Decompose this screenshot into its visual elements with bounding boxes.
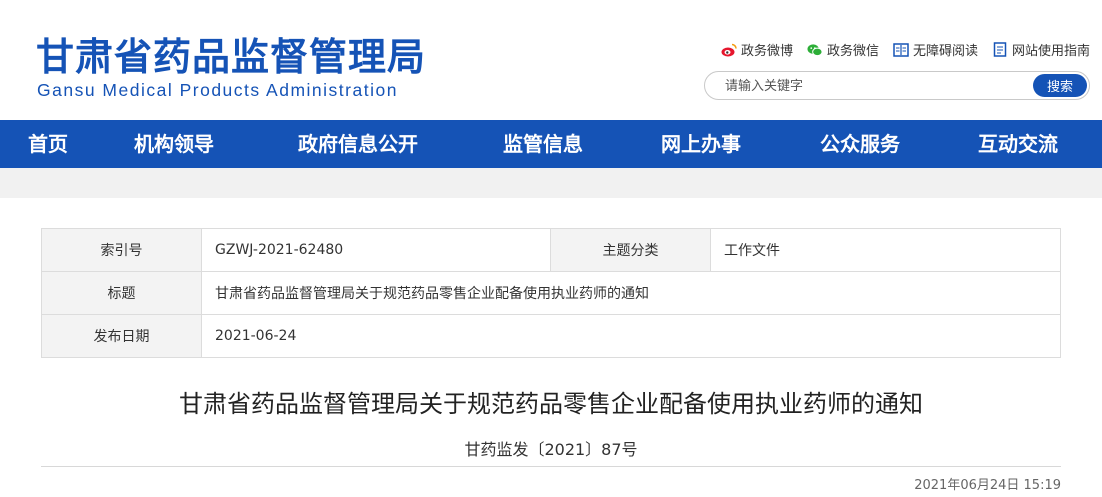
link-weibo-label: 政务微博 bbox=[740, 44, 793, 59]
nav-interaction[interactable]: 互动交流 bbox=[978, 120, 1058, 168]
search-input[interactable] bbox=[725, 76, 1025, 96]
link-weibo[interactable]: 政务微博 bbox=[721, 40, 793, 59]
doc-info-table: 索引号 GZWJ-2021-62480 主题分类 工作文件 标题 甘肃省药品监督… bbox=[41, 228, 1061, 358]
link-accessibility-label: 无障碍阅读 bbox=[912, 44, 978, 59]
wechat-icon bbox=[807, 42, 823, 58]
title-value: 甘肃省药品监督管理局关于规范药品零售企业配备使用执业药师的通知 bbox=[215, 286, 649, 302]
link-wechat-label: 政务微信 bbox=[826, 44, 879, 59]
title-label: 标题 bbox=[42, 272, 202, 314]
nav-gov-info[interactable]: 政府信息公开 bbox=[298, 120, 418, 168]
category-label: 主题分类 bbox=[551, 229, 711, 271]
publish-time: 2021年06月24日 15:19 bbox=[914, 478, 1061, 493]
link-guide-label: 网站使用指南 bbox=[1011, 44, 1090, 59]
nav-home[interactable]: 首页 bbox=[28, 120, 68, 168]
site-logo-en: Gansu Medical Products Administration bbox=[37, 80, 398, 100]
index-label: 索引号 bbox=[42, 229, 202, 271]
site-header: 甘肃省药品监督管理局 Gansu Medical Products Admini… bbox=[0, 0, 1102, 120]
link-accessibility[interactable]: 无障碍阅读 bbox=[893, 40, 978, 59]
table-row: 索引号 GZWJ-2021-62480 主题分类 工作文件 bbox=[42, 229, 1060, 272]
nav-leaders[interactable]: 机构领导 bbox=[134, 120, 214, 168]
table-row: 发布日期 2021-06-24 bbox=[42, 315, 1060, 357]
divider bbox=[41, 466, 1061, 467]
nav-supervision[interactable]: 监管信息 bbox=[503, 120, 583, 168]
accessibility-icon bbox=[893, 42, 909, 58]
table-row: 标题 甘肃省药品监督管理局关于规范药品零售企业配备使用执业药师的通知 bbox=[42, 272, 1060, 315]
breadcrumb-band bbox=[0, 168, 1102, 198]
search-box: 搜索 bbox=[704, 71, 1090, 100]
date-value: 2021-06-24 bbox=[215, 328, 297, 344]
category-value: 工作文件 bbox=[724, 243, 780, 259]
guide-icon bbox=[992, 42, 1008, 58]
weibo-icon bbox=[721, 42, 737, 58]
search-button[interactable]: 搜索 bbox=[1033, 74, 1087, 97]
main-nav: 首页 机构领导 政府信息公开 监管信息 网上办事 公众服务 互动交流 bbox=[0, 120, 1102, 168]
doc-number: 甘药监发〔2021〕87号 bbox=[464, 440, 638, 459]
link-guide[interactable]: 网站使用指南 bbox=[992, 40, 1090, 59]
nav-online-services[interactable]: 网上办事 bbox=[661, 120, 741, 168]
index-value: GZWJ-2021-62480 bbox=[202, 229, 551, 271]
nav-public-services[interactable]: 公众服务 bbox=[820, 120, 900, 168]
top-links: 政务微博 政务微信 无障碍阅读 网站使用指南 bbox=[721, 40, 1090, 59]
link-wechat[interactable]: 政务微信 bbox=[807, 40, 879, 59]
site-logo-cn[interactable]: 甘肃省药品监督管理局 bbox=[36, 26, 426, 81]
article-title: 甘肃省药品监督管理局关于规范药品零售企业配备使用执业药师的通知 bbox=[179, 390, 923, 418]
date-label: 发布日期 bbox=[42, 315, 202, 357]
